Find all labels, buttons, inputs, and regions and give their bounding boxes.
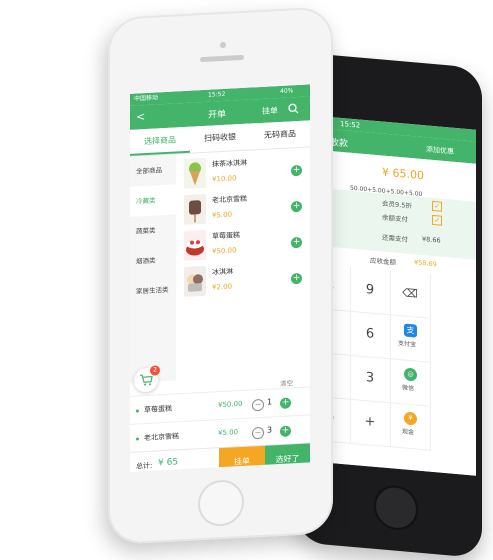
battery-label: 40% bbox=[280, 87, 294, 95]
backspace-key[interactable]: ⌫ bbox=[390, 270, 431, 319]
wechat-icon: ◎ bbox=[404, 367, 417, 382]
tab-select-goods[interactable]: 选择商品 bbox=[130, 126, 190, 156]
alipay-button[interactable]: 支 支付宝 bbox=[390, 314, 431, 363]
alipay-label: 支付宝 bbox=[398, 339, 417, 349]
category-list: 全部商品 冷藏类 蔬菜类 烟酒类 家居生活类 bbox=[130, 154, 176, 383]
product-name: 草莓蛋糕 bbox=[212, 231, 240, 241]
cart-item-price: ¥50.00 bbox=[218, 399, 243, 410]
key-6[interactable]: 6 bbox=[350, 310, 391, 360]
bullet-icon bbox=[136, 409, 139, 413]
checkout-button[interactable]: 选好了 bbox=[265, 443, 310, 472]
alipay-icon: 支 bbox=[404, 323, 417, 338]
wechat-pay-button[interactable]: ◎ 微信 bbox=[390, 358, 431, 407]
product-price: ¥2.00 bbox=[212, 282, 233, 292]
cart-item-qty: 3 bbox=[267, 425, 273, 435]
remaining-value: ¥8.66 bbox=[422, 235, 441, 245]
total-value: ¥ 65 bbox=[158, 457, 179, 469]
cart-item-name: 草莓蛋糕 bbox=[144, 404, 172, 415]
cake-icon bbox=[184, 229, 206, 262]
receivable-label: 应收金额 bbox=[370, 256, 396, 267]
cash-button[interactable]: ¥ 现金 bbox=[390, 402, 431, 451]
search-icon[interactable] bbox=[288, 103, 299, 115]
add-icon[interactable]: + bbox=[291, 272, 302, 285]
product-price: ¥10.00 bbox=[212, 174, 237, 184]
add-discount-button[interactable]: 添加优惠 bbox=[426, 144, 454, 156]
page-title: 开单 bbox=[208, 109, 227, 121]
product-item[interactable]: 抹茶冰淇淋 ¥10.00 + bbox=[180, 151, 308, 192]
bullet-icon bbox=[136, 437, 139, 441]
category-home-living[interactable]: 家居生活类 bbox=[130, 274, 176, 306]
add-icon[interactable]: + bbox=[291, 164, 302, 177]
checkbox-icon[interactable]: ✓ bbox=[432, 214, 442, 226]
checkbox-icon[interactable]: ✓ bbox=[432, 200, 442, 212]
category-tobacco-alcohol[interactable]: 烟酒类 bbox=[130, 244, 176, 276]
product-price: ¥5.00 bbox=[212, 210, 233, 220]
add-icon[interactable]: + bbox=[291, 200, 302, 213]
front-phone: 中国移动 15:52 40% < 开单 挂单 选择商品 扫码收银 无码商品 全部… bbox=[108, 6, 333, 545]
key-9[interactable]: 9 bbox=[350, 266, 391, 316]
icecream-icon bbox=[184, 157, 206, 190]
back-home-button bbox=[374, 483, 418, 532]
back-amount: ¥ 65.00 bbox=[382, 165, 424, 183]
discount-balance[interactable]: 余额支付 bbox=[382, 212, 408, 224]
category-all[interactable]: 全部商品 bbox=[130, 154, 176, 186]
add-icon[interactable]: + bbox=[291, 236, 302, 249]
key-3[interactable]: 3 bbox=[350, 354, 391, 404]
back-icon[interactable]: < bbox=[136, 110, 145, 123]
home-button[interactable] bbox=[198, 478, 244, 528]
back-status-time: 15:52 bbox=[340, 119, 361, 130]
wechat-label: 微信 bbox=[402, 384, 415, 393]
product-name: 抹茶冰淇淋 bbox=[212, 158, 247, 169]
cash-label: 现金 bbox=[402, 428, 415, 437]
speaker-icon bbox=[200, 54, 244, 63]
key-plus[interactable]: + bbox=[350, 398, 391, 448]
cart-icon bbox=[140, 374, 153, 386]
receivable-value: ¥58.69 bbox=[414, 258, 437, 269]
product-name: 老北京雪糕 bbox=[212, 194, 247, 205]
total-label: 总计: bbox=[136, 461, 153, 471]
popsicle-icon bbox=[184, 193, 206, 226]
minus-icon[interactable]: − bbox=[252, 426, 264, 440]
minus-icon[interactable]: − bbox=[252, 398, 264, 412]
product-price: ¥50.00 bbox=[212, 246, 237, 256]
product-item[interactable]: 草莓蛋糕 ¥50.00 + bbox=[180, 223, 308, 264]
discount-member[interactable]: 会员9.5折 bbox=[382, 198, 412, 211]
add-icon[interactable]: + bbox=[280, 425, 291, 437]
remaining-label: 还需支付 bbox=[382, 233, 408, 244]
cart-item-qty: 1 bbox=[267, 397, 273, 407]
keypad: 应收金额 ¥58.69 8 9 ⌫ 5 6 支 支付宝 2 3 ◎ 微信 0 +… bbox=[310, 245, 476, 476]
category-frozen[interactable]: 冷藏类 bbox=[130, 184, 176, 217]
product-item[interactable]: 冰淇淋 ¥2.00 + bbox=[180, 259, 308, 300]
product-name: 冰淇淋 bbox=[212, 267, 233, 277]
camera-icon bbox=[220, 41, 226, 49]
status-time: 15:52 bbox=[208, 90, 226, 99]
cart-item-price: ¥5.00 bbox=[218, 428, 239, 438]
tab-scan-checkout[interactable]: 扫码收银 bbox=[190, 124, 250, 153]
hold-order-button[interactable]: 挂单 bbox=[219, 445, 265, 472]
hold-orders-button[interactable]: 挂单 bbox=[262, 105, 278, 117]
tab-no-barcode[interactable]: 无码商品 bbox=[250, 120, 310, 149]
back-phone-screen: 15:52 收款 添加优惠 ¥ 65.00 50.00+5.00+5.00+5.… bbox=[310, 115, 476, 476]
cash-icon: ¥ bbox=[404, 411, 417, 426]
category-vegetables[interactable]: 蔬菜类 bbox=[130, 214, 176, 246]
icecream-cup-icon bbox=[184, 265, 206, 298]
cart-item-name: 老北京雪糕 bbox=[144, 432, 179, 443]
product-item[interactable]: 老北京雪糕 ¥5.00 + bbox=[180, 187, 308, 228]
add-icon[interactable]: + bbox=[280, 397, 291, 409]
app-screen: 中国移动 15:52 40% < 开单 挂单 选择商品 扫码收银 无码商品 全部… bbox=[130, 84, 310, 472]
